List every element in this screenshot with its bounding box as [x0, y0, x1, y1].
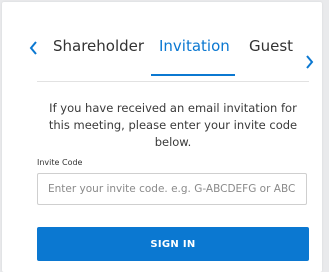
invitation-instructions: If you have received an email invitation…	[48, 101, 298, 149]
tab-shareholder[interactable]: Shareholder	[53, 36, 144, 56]
chevron-left-icon[interactable]	[27, 38, 41, 58]
tab-invitation[interactable]: Invitation	[159, 36, 230, 56]
sign-in-button[interactable]: SIGN IN	[37, 227, 309, 261]
chevron-right-icon[interactable]	[302, 52, 316, 72]
invite-code-input[interactable]	[37, 173, 307, 205]
login-card: Shareholder Invitation Guest If you have…	[2, 2, 322, 272]
active-tab-indicator	[151, 74, 235, 76]
tab-bar: Shareholder Invitation Guest	[2, 36, 322, 76]
tab-guest[interactable]: Guest	[249, 36, 293, 56]
tabs-divider	[37, 81, 309, 82]
invite-code-label: Invite Code	[37, 158, 83, 167]
